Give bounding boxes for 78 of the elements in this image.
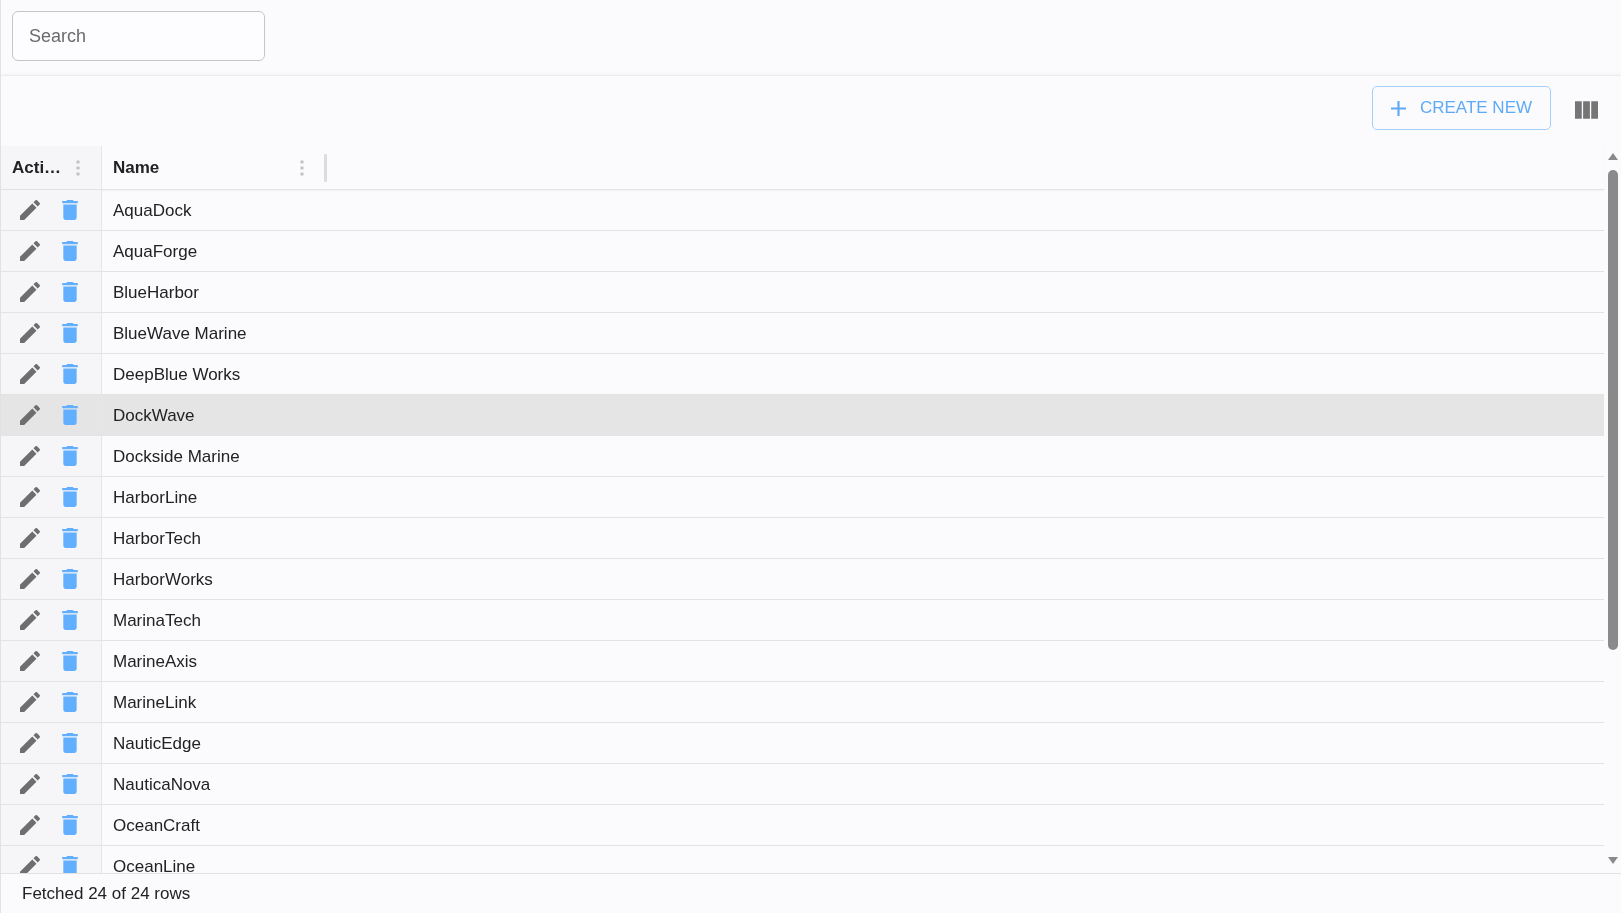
trash-icon[interactable] <box>62 528 78 548</box>
table-cell: DockWave <box>113 405 195 425</box>
table-row[interactable]: HarborWorks <box>1 559 1604 600</box>
table-row[interactable]: HarborTech <box>1 518 1604 559</box>
table-cell: MarineLink <box>113 692 197 712</box>
trash-icon[interactable] <box>62 692 78 712</box>
pencil-icon[interactable] <box>20 487 40 507</box>
table-cell: BlueHarbor <box>113 282 199 302</box>
pencil-icon[interactable] <box>20 692 40 712</box>
column-header[interactable]: Name <box>113 157 160 178</box>
trash-icon[interactable] <box>62 856 78 873</box>
table-cell: OceanLine <box>113 856 196 873</box>
trash-icon[interactable] <box>62 569 78 589</box>
trash-icon[interactable] <box>62 282 78 302</box>
trash-icon[interactable] <box>62 405 78 425</box>
table-row[interactable]: OceanCraft <box>1 805 1604 846</box>
table-cell: NauticEdge <box>113 733 201 753</box>
table-row[interactable]: OceanLine <box>1 846 1604 873</box>
scrollbar-thumb[interactable] <box>1608 170 1618 650</box>
trash-icon[interactable] <box>62 774 78 794</box>
pencil-icon[interactable] <box>20 282 40 302</box>
trash-icon[interactable] <box>62 200 78 220</box>
up-arrow-icon[interactable] <box>1608 153 1618 160</box>
pencil-icon[interactable] <box>20 364 40 384</box>
pencil-icon[interactable] <box>20 241 40 261</box>
table-row[interactable]: NauticEdge <box>1 723 1604 764</box>
table-row[interactable]: MarineAxis <box>1 641 1604 682</box>
pencil-icon[interactable] <box>20 528 40 548</box>
status-text: Fetched 24 of 24 rows <box>22 883 191 904</box>
pencil-icon[interactable] <box>20 651 40 671</box>
table-cell: AquaDock <box>113 200 192 220</box>
pencil-icon[interactable] <box>20 200 40 220</box>
pencil-icon[interactable] <box>20 610 40 630</box>
table-row[interactable]: AquaForge <box>1 231 1604 272</box>
table-row[interactable]: MarineLink <box>1 682 1604 723</box>
trash-icon[interactable] <box>62 610 78 630</box>
table-cell: HarborWorks <box>113 569 213 589</box>
table-row[interactable]: DockWave <box>1 395 1604 436</box>
table-row[interactable]: Dockside Marine <box>1 436 1604 477</box>
table-cell: OceanCraft <box>113 815 200 835</box>
trash-icon[interactable] <box>62 651 78 671</box>
table-cell: Dockside Marine <box>113 446 240 466</box>
table-row[interactable]: HarborLine <box>1 477 1604 518</box>
pencil-icon[interactable] <box>20 323 40 343</box>
table-cell: MarinaTech <box>113 610 201 630</box>
table-cell: DeepBlue Works <box>113 364 241 384</box>
plus-icon <box>1390 100 1406 116</box>
table-row[interactable]: BlueHarbor <box>1 272 1604 313</box>
column-menu-icon[interactable] <box>300 159 304 176</box>
table-cell: AquaForge <box>113 241 198 261</box>
pencil-icon[interactable] <box>20 569 40 589</box>
table-cell: NauticaNova <box>113 774 211 794</box>
trash-icon[interactable] <box>62 364 78 384</box>
search-field[interactable]: Search <box>12 11 265 61</box>
column-menu-icon[interactable] <box>76 159 80 176</box>
column-resize-handle[interactable] <box>324 153 327 182</box>
trash-icon[interactable] <box>62 241 78 261</box>
pencil-icon[interactable] <box>20 815 40 835</box>
trash-icon[interactable] <box>62 323 78 343</box>
pencil-icon[interactable] <box>20 405 40 425</box>
columns-icon[interactable] <box>1575 101 1598 119</box>
trash-icon[interactable] <box>62 446 78 466</box>
pencil-icon[interactable] <box>20 446 40 466</box>
trash-icon[interactable] <box>62 487 78 507</box>
table-cell: HarborTech <box>113 528 201 548</box>
table-cell: BlueWave Marine <box>113 323 247 343</box>
pencil-icon[interactable] <box>20 856 40 873</box>
table-row[interactable]: MarinaTech <box>1 600 1604 641</box>
table-row[interactable]: NauticaNova <box>1 764 1604 805</box>
table-cell: MarineAxis <box>113 651 198 671</box>
trash-icon[interactable] <box>62 733 78 753</box>
table-row[interactable]: AquaDock <box>1 190 1604 231</box>
pencil-icon[interactable] <box>20 733 40 753</box>
down-arrow-icon[interactable] <box>1608 857 1618 864</box>
table-cell: HarborLine <box>113 487 198 507</box>
trash-icon[interactable] <box>62 815 78 835</box>
table-row[interactable]: BlueWave Marine <box>1 313 1604 354</box>
pencil-icon[interactable] <box>20 774 40 794</box>
